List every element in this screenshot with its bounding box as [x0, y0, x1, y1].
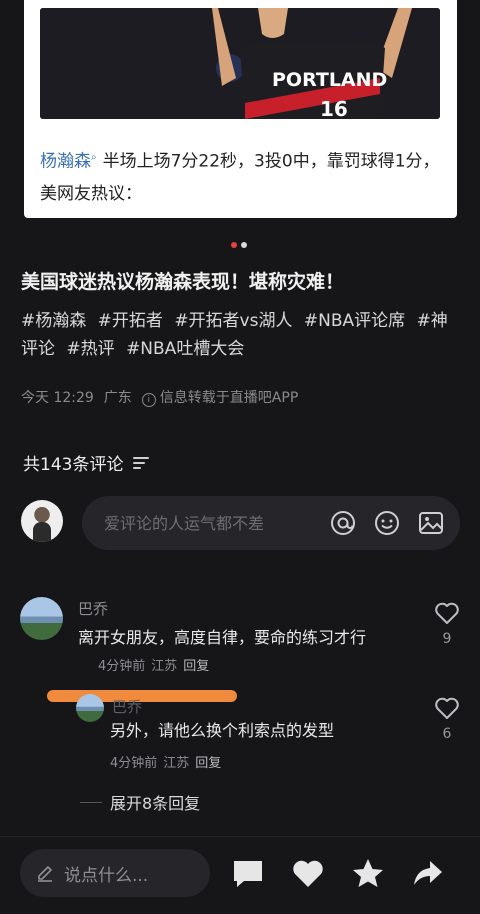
hashtag[interactable]: #开拓者vs湖人 — [174, 311, 292, 331]
divider — [80, 801, 102, 803]
my-avatar — [21, 500, 63, 542]
reply-time: 4分钟前 — [110, 756, 158, 771]
emoji-icon[interactable] — [374, 510, 400, 536]
info-circle-icon: i — [141, 393, 156, 407]
heart-icon — [435, 602, 459, 624]
comment-composer[interactable] — [82, 496, 460, 550]
reply-name[interactable]: 巴乔 — [112, 696, 142, 717]
comment-time: 4分钟前 — [98, 659, 146, 674]
reply-item: 巴乔 另外，请他么换个利索点的发型 4分钟前 江苏 回复 6 — [76, 694, 460, 774]
comment-text: 离开女朋友，高度自律，要命的练习才行 — [78, 628, 367, 647]
carousel-dot-active — [231, 242, 237, 248]
post-detail-page: PORTLAND 16 杨瀚森⌕ 半场上场7分22秒，3投0中，靠罚球得1分，美网… — [0, 0, 480, 914]
pencil-icon — [38, 866, 52, 882]
share-icon[interactable] — [408, 855, 448, 891]
hashtag[interactable]: #杨瀚森 — [21, 311, 86, 331]
search-icon: ⌕ — [91, 152, 97, 163]
caption-text: 半场上场7分22秒，3投0中，靠罚球得1分，美网友热议： — [40, 151, 440, 204]
jersey-number-text: 16 — [320, 97, 348, 119]
bottom-input-placeholder: 说点什么... — [64, 865, 149, 886]
carousel-dot — [241, 242, 247, 248]
player-tag[interactable]: 杨瀚森 — [40, 152, 91, 172]
comment-location: 江苏 — [151, 659, 178, 674]
comment-input[interactable] — [104, 513, 330, 533]
comments-header[interactable]: 共143条评论 — [23, 450, 150, 475]
carousel-indicator — [231, 242, 247, 248]
hashtag[interactable]: #NBA评论席 — [304, 311, 405, 331]
expand-replies[interactable]: 展开8条回复 — [80, 790, 200, 814]
heart-icon — [435, 697, 459, 719]
post-source: i 信息转载于直播吧APP — [141, 387, 299, 407]
post-meta: 今天 12:29 广东 i 信息转载于直播吧APP — [21, 387, 298, 407]
like-count: 6 — [442, 726, 452, 742]
image-caption: 杨瀚森⌕ 半场上场7分22秒，3投0中，靠罚球得1分，美网友热议： — [40, 142, 445, 210]
bottom-bar: 说点什么... — [0, 836, 480, 914]
post-time: 今天 12:29 — [21, 390, 94, 406]
reply-location: 江苏 — [163, 756, 190, 771]
bottom-comment-input[interactable]: 说点什么... — [20, 849, 210, 897]
hashtag[interactable]: #热评 — [66, 339, 114, 359]
like-button[interactable]: 9 — [432, 601, 462, 647]
like-button[interactable]: 6 — [432, 696, 462, 742]
image-icon[interactable] — [418, 510, 444, 536]
comment-icon[interactable] — [228, 855, 268, 891]
star-icon[interactable] — [348, 855, 388, 891]
image-card[interactable]: PORTLAND 16 杨瀚森⌕ 半场上场7分22秒，3投0中，靠罚球得1分，美网… — [24, 0, 457, 218]
hashtag[interactable]: #开拓者 — [98, 311, 163, 331]
source-text: 信息转载于直播吧APP — [159, 390, 299, 406]
reply-button[interactable]: 回复 — [195, 752, 221, 771]
comment-footer: 4分钟前 江苏 回复 — [98, 655, 209, 674]
player-photo[interactable]: PORTLAND 16 — [40, 8, 440, 119]
reply-button[interactable]: 回复 — [183, 655, 209, 674]
at-icon[interactable] — [330, 510, 356, 536]
comment-item: 巴乔 离开女朋友，高度自律，要命的练习才行 4分钟前 江苏 回复 9 — [20, 597, 460, 677]
sort-icon[interactable] — [133, 456, 150, 469]
like-count: 9 — [442, 631, 452, 647]
expand-replies-label[interactable]: 展开8条回复 — [110, 790, 200, 814]
reply-avatar[interactable] — [76, 694, 104, 722]
post-title: 美国球迷热议杨瀚森表现！堪称灾难！ — [21, 271, 345, 293]
like-icon[interactable] — [288, 855, 328, 891]
commenter-name[interactable]: 巴乔 — [78, 598, 108, 619]
post-location: 广东 — [103, 390, 132, 406]
hashtag[interactable]: #NBA吐槽大会 — [126, 339, 244, 359]
jersey-team-text: PORTLAND — [272, 69, 387, 91]
reply-footer: 4分钟前 江苏 回复 — [110, 752, 221, 771]
hashtag-list: #杨瀚森 #开拓者 #开拓者vs湖人 #NBA评论席 #神评论 #热评 #NBA… — [21, 307, 461, 363]
bottom-actions — [228, 855, 448, 891]
comment-count-label: 共143条评论 — [23, 455, 124, 475]
reply-text: 另外，请他么换个利索点的发型 — [110, 721, 335, 740]
commenter-avatar[interactable] — [20, 597, 63, 640]
